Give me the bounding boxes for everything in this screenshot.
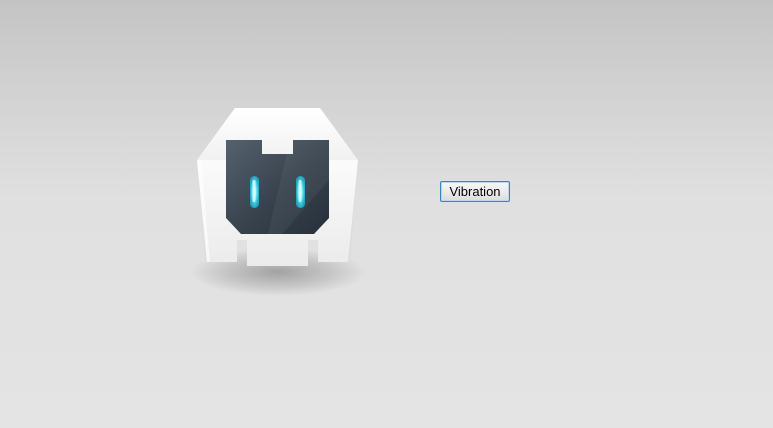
app-content: Vibration: [0, 0, 773, 428]
cordova-robot-logo-icon: [190, 100, 365, 300]
vibration-button[interactable]: Vibration: [440, 181, 510, 202]
